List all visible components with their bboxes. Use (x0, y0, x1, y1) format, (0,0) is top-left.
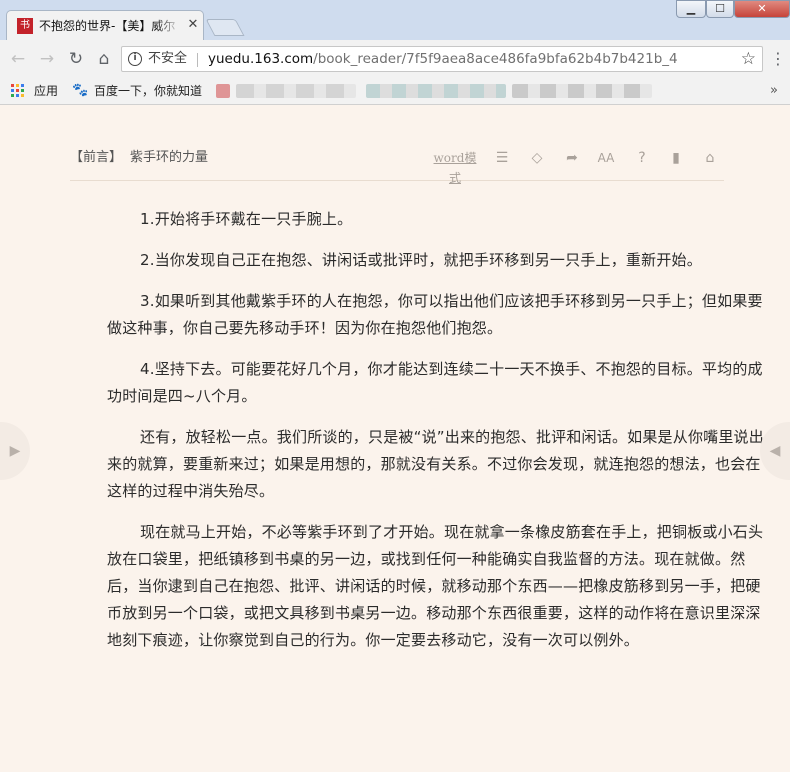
window-close-button[interactable]: ✕ (734, 0, 790, 18)
share-icon[interactable]: ➦ (562, 148, 582, 168)
url-path: /book_reader/7f5f9aea8ace486fa9bfa62b4b7… (313, 51, 678, 67)
more-bookmarks-icon[interactable]: » (770, 83, 778, 99)
book-favicon-icon: 书 (17, 18, 33, 34)
tab-title-fade (155, 15, 181, 37)
reader-home-icon[interactable]: ⌂ (700, 148, 720, 168)
bookmark-apps[interactable]: 应用 (34, 84, 58, 99)
baidu-paw-icon: 🐾 (72, 83, 89, 98)
maximize-button[interactable]: ☐ (706, 0, 734, 18)
browser-menu-icon[interactable]: ⋮ (770, 50, 786, 68)
forward-arrow-icon[interactable]: → (37, 49, 57, 69)
word-mode-button[interactable]: word模式 (430, 148, 480, 185)
paragraph: 3.如果听到其他戴紫手环的人在抱怨，你可以指出他们应该把手环移到另一只手上；但如… (107, 292, 763, 337)
apps-grid-icon[interactable] (11, 84, 25, 98)
paragraph: 2.当你发现自己正在抱怨、讲闲话或批评时，就把手环移到另一只手上，重新开始。 (140, 251, 702, 269)
bookmarks-bar: 应用 🐾 百度一下，你就知道 » (0, 78, 790, 105)
paragraph: 1.开始将手环戴在一只手腕上。 (140, 210, 353, 228)
home-icon[interactable]: ⌂ (94, 49, 114, 69)
table-of-contents-icon[interactable]: ☰ (493, 148, 511, 168)
help-icon[interactable]: ? (633, 148, 651, 168)
blurred-bookmark[interactable] (512, 84, 652, 98)
browser-tab[interactable]: 书 不抱怨的世界-【美】威尔 ✕ (6, 10, 204, 40)
back-arrow-icon[interactable]: ← (8, 49, 28, 69)
bookmark-star-icon[interactable]: ☆ (741, 49, 756, 69)
diamond-icon[interactable]: ◇ (528, 148, 546, 168)
url-text[interactable]: yuedu.163.com/book_reader/7f5f9aea8ace48… (208, 51, 678, 67)
book-reader: 【前言】 紫手环的力量 word模式 ☰ ◇ ➦ AA ? ▮ ⌂ 1.开始将手环… (0, 105, 790, 772)
chapter-tag: 【前言】 (70, 150, 123, 165)
tab-close-icon[interactable]: ✕ (185, 17, 201, 33)
address-separator (197, 53, 198, 67)
url-host: yuedu.163.com (208, 51, 314, 67)
blurred-bookmark[interactable] (236, 84, 356, 98)
chapter-title[interactable]: 【前言】 紫手环的力量 (70, 150, 208, 166)
minimize-button[interactable]: ▁ (676, 0, 706, 18)
paragraph: 还有，放轻松一点。我们所谈的，只是被“说”出来的抱怨、批评和闲话。如果是从你嘴里… (107, 428, 764, 500)
title-bar: 书 不抱怨的世界-【美】威尔 ✕ ▁ ☐ ✕ (0, 0, 790, 40)
reload-icon[interactable]: ↻ (66, 49, 86, 69)
bookmark-icon[interactable]: ▮ (667, 148, 685, 168)
browser-toolbar: ← → ↻ ⌂ i 不安全 yuedu.163.com/book_reader/… (0, 40, 790, 78)
blurred-bookmark-icon[interactable] (216, 84, 230, 98)
font-size-icon[interactable]: AA (596, 148, 616, 168)
blurred-bookmark[interactable] (366, 84, 506, 98)
address-bar[interactable]: i 不安全 yuedu.163.com/book_reader/7f5f9aea… (121, 46, 763, 72)
security-label[interactable]: 不安全 (148, 51, 187, 67)
info-icon[interactable]: i (128, 52, 142, 66)
previous-page-arrow-icon[interactable]: ▶ (0, 422, 30, 480)
chapter-content: 1.开始将手环戴在一只手腕上。 2.当你发现自己正在抱怨、讲闲话或批评时，就把手… (107, 206, 769, 668)
paragraph: 现在就马上开始，不必等紫手环到了才开始。现在就拿一条橡皮筋套在手上，把铜板或小石… (107, 523, 764, 649)
new-tab-button[interactable] (205, 19, 245, 36)
bookmark-baidu[interactable]: 百度一下，你就知道 (94, 84, 202, 99)
paragraph: 4.坚持下去。可能要花好几个月，你才能达到连续二十一天不换手、不抱怨的目标。平均… (107, 360, 763, 405)
chapter-name: 紫手环的力量 (130, 150, 209, 165)
reader-header: 【前言】 紫手环的力量 word模式 ☰ ◇ ➦ AA ? ▮ ⌂ (70, 145, 724, 185)
